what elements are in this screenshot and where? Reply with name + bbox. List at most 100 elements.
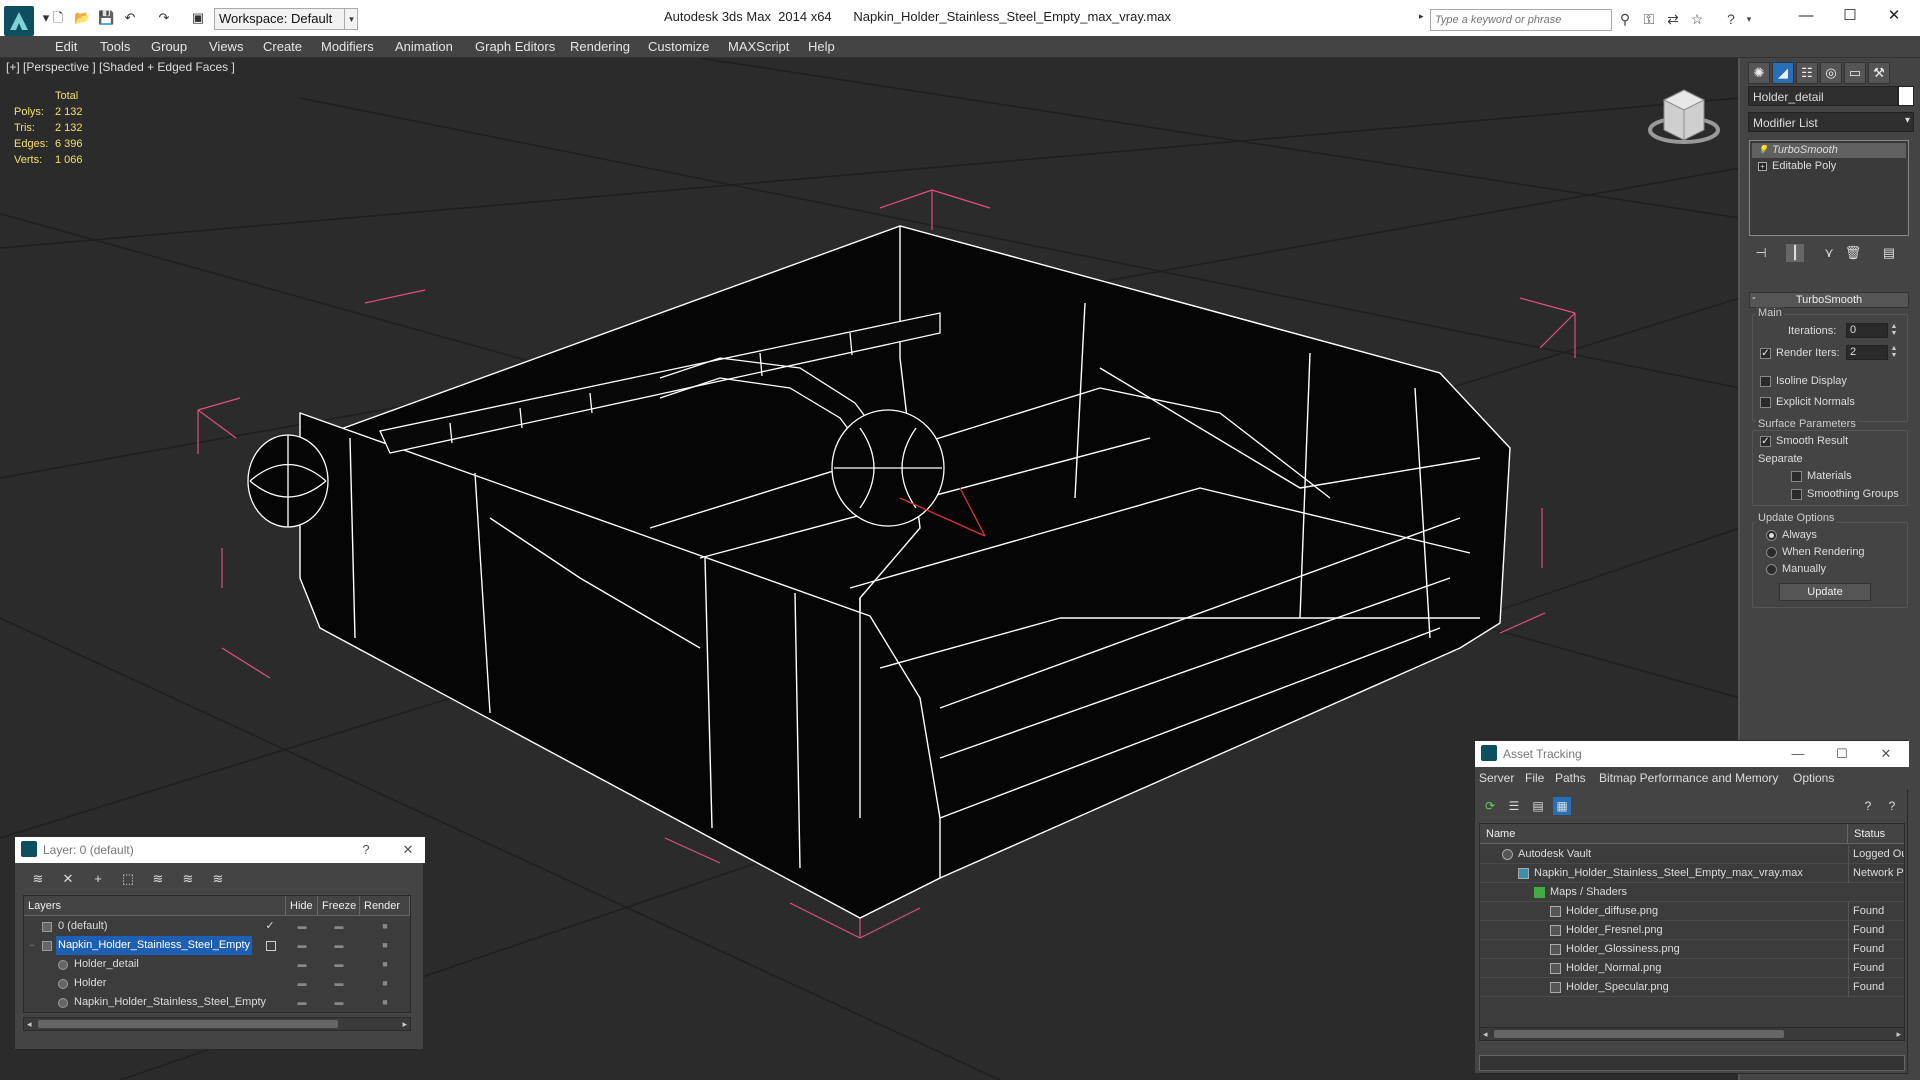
menu-graph-editors[interactable]: Graph Editors [475,39,555,54]
iterations-spinner[interactable]: 0 [1846,323,1888,338]
spinner-arrows-icon[interactable]: ▲ ▼ [1889,345,1899,360]
asset-horizontal-scrollbar[interactable]: ◂ ▸ [1479,1027,1905,1041]
motion-tab-icon[interactable]: ◎ [1820,62,1842,84]
undo-icon[interactable]: ↶ [122,10,138,26]
render-toggle-icon[interactable]: ■ [379,917,391,936]
hierarchy-tab-icon[interactable]: ☷ [1796,62,1818,84]
key-icon[interactable]: ⚿ [1640,10,1658,28]
binoculars-icon[interactable]: ⚲ [1616,10,1634,28]
asset-dialog-titlebar[interactable]: Asset Tracking — ☐ ✕ [1475,741,1909,767]
smoothing-groups-checkbox[interactable] [1791,489,1802,500]
scroll-left-icon[interactable]: ◂ [1483,1028,1488,1040]
close-icon[interactable]: ✕ [399,841,417,859]
open-file-icon[interactable]: 📂 [74,10,90,26]
layer-row[interactable]: Napkin_Holder_Stainless_Steel_Empty ▬ ▬ … [24,993,410,1012]
explicit-normals-checkbox[interactable] [1760,397,1771,408]
materials-checkbox[interactable] [1791,471,1802,482]
add-to-layer-icon[interactable]: + [89,870,107,888]
col-name[interactable]: Name [1480,824,1848,844]
menu-tools[interactable]: Tools [100,39,130,54]
asset-row[interactable]: Maps / Shaders [1480,883,1904,902]
render-toggle-icon[interactable]: ■ [379,936,391,955]
smooth-result-checkbox[interactable]: ✓ [1760,436,1771,447]
asset-row[interactable]: Holder_Specular.png Found [1480,978,1904,997]
scroll-thumb[interactable] [38,1020,338,1028]
render-toggle-icon[interactable]: ■ [379,974,391,993]
minimize-icon[interactable]: — [1789,745,1807,763]
render-iters-checkbox[interactable]: ✓ [1760,348,1771,359]
scroll-thumb[interactable] [1494,1030,1784,1038]
layer-dialog-titlebar[interactable]: Layer: 0 (default) ? ✕ [15,837,425,863]
layer-row[interactable]: 0 (default) ✓ ▬ ▬ ■ [24,917,410,936]
collapse-icon[interactable]: - [1752,292,1756,304]
create-tab-icon[interactable]: ✺ [1748,62,1770,84]
configure-sets-icon[interactable]: ▤ [1880,244,1898,262]
vault-help-icon[interactable]: ? [1859,797,1877,815]
menu-help[interactable]: Help [808,39,835,54]
minimize-icon[interactable]: — [1794,4,1818,28]
maximize-icon[interactable]: ☐ [1833,745,1851,763]
close-icon[interactable]: ✕ [1877,745,1895,763]
freeze-toggle-icon[interactable]: ▬ [333,993,345,1012]
spinner-arrows-icon[interactable]: ▲ ▼ [1889,323,1899,338]
layer-row[interactable]: Holder_detail ▬ ▬ ■ [24,955,410,974]
col-render[interactable]: Render [360,896,410,916]
freeze-toggle-icon[interactable]: ▬ [333,936,345,955]
asset-row[interactable]: Napkin_Holder_Stainless_Steel_Empty_max_… [1480,864,1904,883]
hide-toggle-icon[interactable]: ▬ [296,936,308,955]
tree-view-icon[interactable]: ▤ [1529,797,1547,815]
freeze-toggle-icon[interactable]: ▬ [333,955,345,974]
render-iters-spinner[interactable]: 2 [1846,345,1888,360]
hide-toggle-icon[interactable]: ▬ [296,974,308,993]
update-button[interactable]: Update [1779,583,1871,601]
isoline-display-checkbox[interactable] [1760,376,1771,387]
app-logo-icon[interactable] [4,6,34,36]
show-end-result-icon[interactable]: ┃ [1786,244,1804,262]
layer-horizontal-scrollbar[interactable]: ◂ ▸ [23,1017,411,1031]
new-file-icon[interactable]: 🗋 [50,10,66,26]
help-icon[interactable]: ? [1722,10,1740,28]
utilities-tab-icon[interactable]: ⚒ [1868,62,1890,84]
hide-toggle-icon[interactable]: ▬ [296,955,308,974]
layer-row[interactable]: − Napkin_Holder_Stainless_Steel_Empty ▬ … [24,936,410,955]
exchange-icon[interactable]: ⇄ [1664,10,1682,28]
menu-maxscript[interactable]: MAXScript [728,39,789,54]
delete-layer-icon[interactable]: ✕ [59,870,77,888]
set-active-icon[interactable] [266,941,276,951]
viewport-label[interactable]: [+] [Perspective ] [Shaded + Edged Faces… [6,60,235,74]
stack-item-editable-poly[interactable]: + Editable Poly [1752,159,1906,174]
menu-create[interactable]: Create [263,39,302,54]
asset-row[interactable]: Holder_Normal.png Found [1480,959,1904,978]
hide-toggle-icon[interactable]: ▬ [296,917,308,936]
asset-row[interactable]: Holder_diffuse.png Found [1480,902,1904,921]
object-color-swatch[interactable] [1898,86,1914,106]
turbosmooth-rollout-header[interactable]: TurboSmooth [1749,292,1909,308]
manually-radio[interactable] [1766,564,1777,575]
star-icon[interactable]: ☆ [1688,10,1706,28]
scroll-left-icon[interactable]: ◂ [27,1018,32,1030]
stack-item-turbosmooth[interactable]: 💡 TurboSmooth [1752,143,1906,158]
display-tab-icon[interactable]: ▭ [1844,62,1866,84]
redo-icon[interactable]: ↷ [156,10,172,26]
remove-modifier-icon[interactable]: 🗑 [1844,244,1862,262]
refresh-icon[interactable]: ⟳ [1481,797,1499,815]
asset-row[interactable]: Holder_Glossiness.png Found [1480,940,1904,959]
save-icon[interactable]: 💾 [98,10,114,26]
help-dropdown-icon[interactable]: ▾ [1740,10,1758,28]
layer-row[interactable]: Holder ▬ ▬ ■ [24,974,410,993]
col-freeze[interactable]: Freeze [318,896,360,916]
scroll-right-icon[interactable]: ▸ [402,1018,407,1030]
hide-layers-icon[interactable]: ≋ [179,870,197,888]
modifier-list-dropdown[interactable]: Modifier List ▾ [1748,112,1914,132]
viewcube-icon[interactable] [1648,89,1720,144]
search-expand-icon[interactable]: ▸ [1419,11,1424,22]
when-rendering-radio[interactable] [1766,547,1777,558]
asset-menu-paths[interactable]: Paths [1555,771,1586,785]
bulb-icon[interactable]: 💡 [1758,146,1768,155]
asset-menu-options[interactable]: Options [1793,771,1834,785]
menu-modifiers[interactable]: Modifiers [321,39,374,54]
menu-edit[interactable]: Edit [55,39,77,54]
layer-manager-icon[interactable]: ≋ [29,870,47,888]
modifier-stack[interactable]: 💡 TurboSmooth + Editable Poly [1749,140,1909,236]
asset-help-icon[interactable]: ? [1883,797,1901,815]
